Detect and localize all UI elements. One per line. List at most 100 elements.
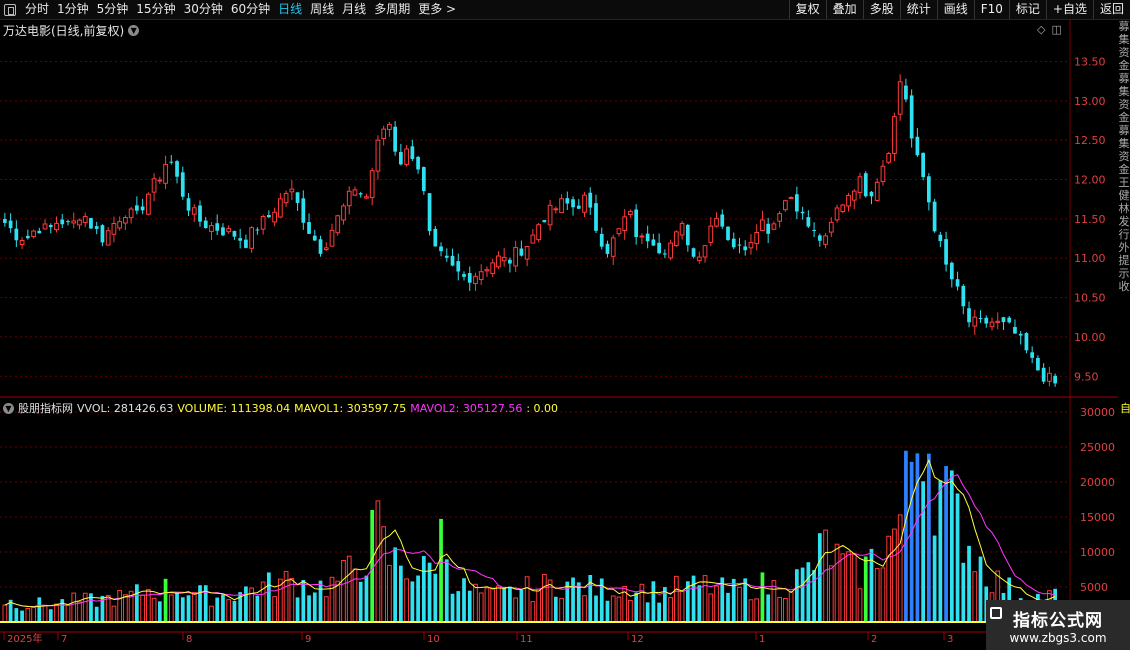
- candle-body: [312, 235, 317, 241]
- candle-body: [628, 210, 633, 215]
- side-strip-char: 募: [1118, 20, 1130, 33]
- volume-bar: [323, 596, 329, 623]
- candle-body: [42, 223, 48, 230]
- candle-body: [163, 163, 168, 184]
- volume-bar: [571, 577, 575, 622]
- volume-bar: [444, 559, 449, 622]
- candle-body: [433, 228, 438, 247]
- candle-body: [473, 275, 478, 285]
- candle-body: [938, 234, 943, 242]
- volume-bar: [576, 582, 581, 622]
- candle-body: [478, 271, 484, 280]
- side-yellow-label: 自: [1120, 402, 1130, 415]
- volume-axis-label: 10000: [1080, 546, 1115, 559]
- indicator-name[interactable]: 股朋指标网: [18, 400, 73, 416]
- candle-body: [100, 225, 105, 243]
- volume-bar: [450, 593, 455, 622]
- volume-bar: [851, 553, 857, 623]
- candle-body: [508, 259, 512, 264]
- candle-body: [135, 205, 139, 211]
- price-axis: 9.50 10.00 10.50 11.00 11.50 12.00 12.50 13.00 1…: [1074, 55, 1106, 383]
- volume-bar: [14, 608, 19, 622]
- candle-body: [880, 165, 886, 183]
- volume-bar: [932, 535, 937, 622]
- candle-body: [1007, 317, 1012, 323]
- volume-bar: [117, 589, 123, 623]
- candle-body: [961, 285, 966, 307]
- volume-bar: [645, 602, 650, 622]
- volume-bar: [209, 605, 214, 623]
- candle-body: [226, 228, 232, 233]
- candle-body: [267, 215, 271, 218]
- volume-bar: [65, 604, 71, 623]
- volume-bar: [594, 595, 598, 622]
- candle-body: [346, 190, 352, 207]
- volume-bar: [410, 581, 415, 622]
- volume-axis-label: 5000: [1080, 581, 1108, 594]
- volume-bar: [31, 606, 36, 623]
- chart-canvas[interactable]: 9.50 10.00 10.50 11.00 11.50 12.00 12.50 13.00 1…: [0, 0, 1130, 650]
- candle-body: [381, 128, 387, 140]
- candle-body: [94, 226, 99, 229]
- candle-body: [8, 220, 13, 229]
- candle-body: [364, 196, 369, 199]
- volume-bar: [307, 595, 311, 622]
- candle-body: [605, 243, 610, 254]
- volume-bar: [944, 466, 948, 622]
- volume-bar: [301, 580, 306, 622]
- date-axis-label: 9: [305, 634, 311, 645]
- volume-bar: [949, 470, 954, 622]
- candle-body: [244, 239, 248, 248]
- candle-body: [421, 167, 426, 192]
- volume-bar: [880, 567, 886, 623]
- candle-body: [663, 253, 667, 255]
- candle-body: [272, 211, 277, 223]
- candle-body: [565, 198, 570, 204]
- candle-body: [576, 205, 581, 209]
- volume-bar: [938, 480, 943, 622]
- candle-body: [198, 205, 202, 222]
- volume-bar: [536, 588, 541, 623]
- volume-bar: [748, 599, 754, 623]
- candle-body: [932, 201, 937, 232]
- volume-axis-label: 30000: [1080, 406, 1115, 419]
- volume-bar: [673, 575, 679, 623]
- volume-bar: [77, 601, 82, 623]
- volume-bar: [657, 602, 661, 622]
- volume-bar: [904, 450, 908, 622]
- volume-bar: [387, 564, 392, 623]
- candle-body: [812, 229, 816, 231]
- candle-body: [691, 248, 696, 257]
- price-axis-label: 13.00: [1074, 95, 1106, 108]
- side-strip-char: 金: [1118, 111, 1130, 124]
- candle-body: [817, 235, 822, 241]
- candle-body: [657, 242, 661, 254]
- volume-bar: [651, 581, 656, 622]
- volume-bar: [215, 597, 220, 622]
- volume-bar: [806, 562, 811, 622]
- volume-bar: [456, 591, 461, 622]
- volume-bar: [226, 599, 232, 623]
- volume-bar: [82, 592, 88, 623]
- candle-body: [456, 261, 461, 272]
- side-strip-char: 行: [1118, 228, 1130, 241]
- candle-body: [191, 207, 197, 215]
- volume-bar: [180, 597, 185, 622]
- candle-body: [1030, 352, 1035, 358]
- candle-body: [255, 229, 260, 231]
- price-axis-label: 13.50: [1074, 55, 1106, 68]
- side-strip-char: 金: [1118, 163, 1130, 176]
- volume-bar: [416, 575, 420, 622]
- volume-bar: [295, 597, 300, 622]
- side-strip-char: 募: [1118, 72, 1130, 85]
- side-strip-char: 集: [1118, 85, 1130, 98]
- candle-body: [180, 172, 185, 197]
- candle-body: [169, 161, 174, 163]
- volume-bar: [921, 481, 925, 622]
- side-strip-char: 集: [1118, 137, 1130, 150]
- chevron-down-icon[interactable]: ▼: [3, 402, 14, 414]
- volume-bar: [760, 572, 765, 622]
- volume-bar: [123, 594, 128, 623]
- side-info-strip[interactable]: 募集资金募集资金募集资金王健林发行外提示收: [1118, 20, 1130, 650]
- side-strip-char: 收: [1118, 280, 1130, 293]
